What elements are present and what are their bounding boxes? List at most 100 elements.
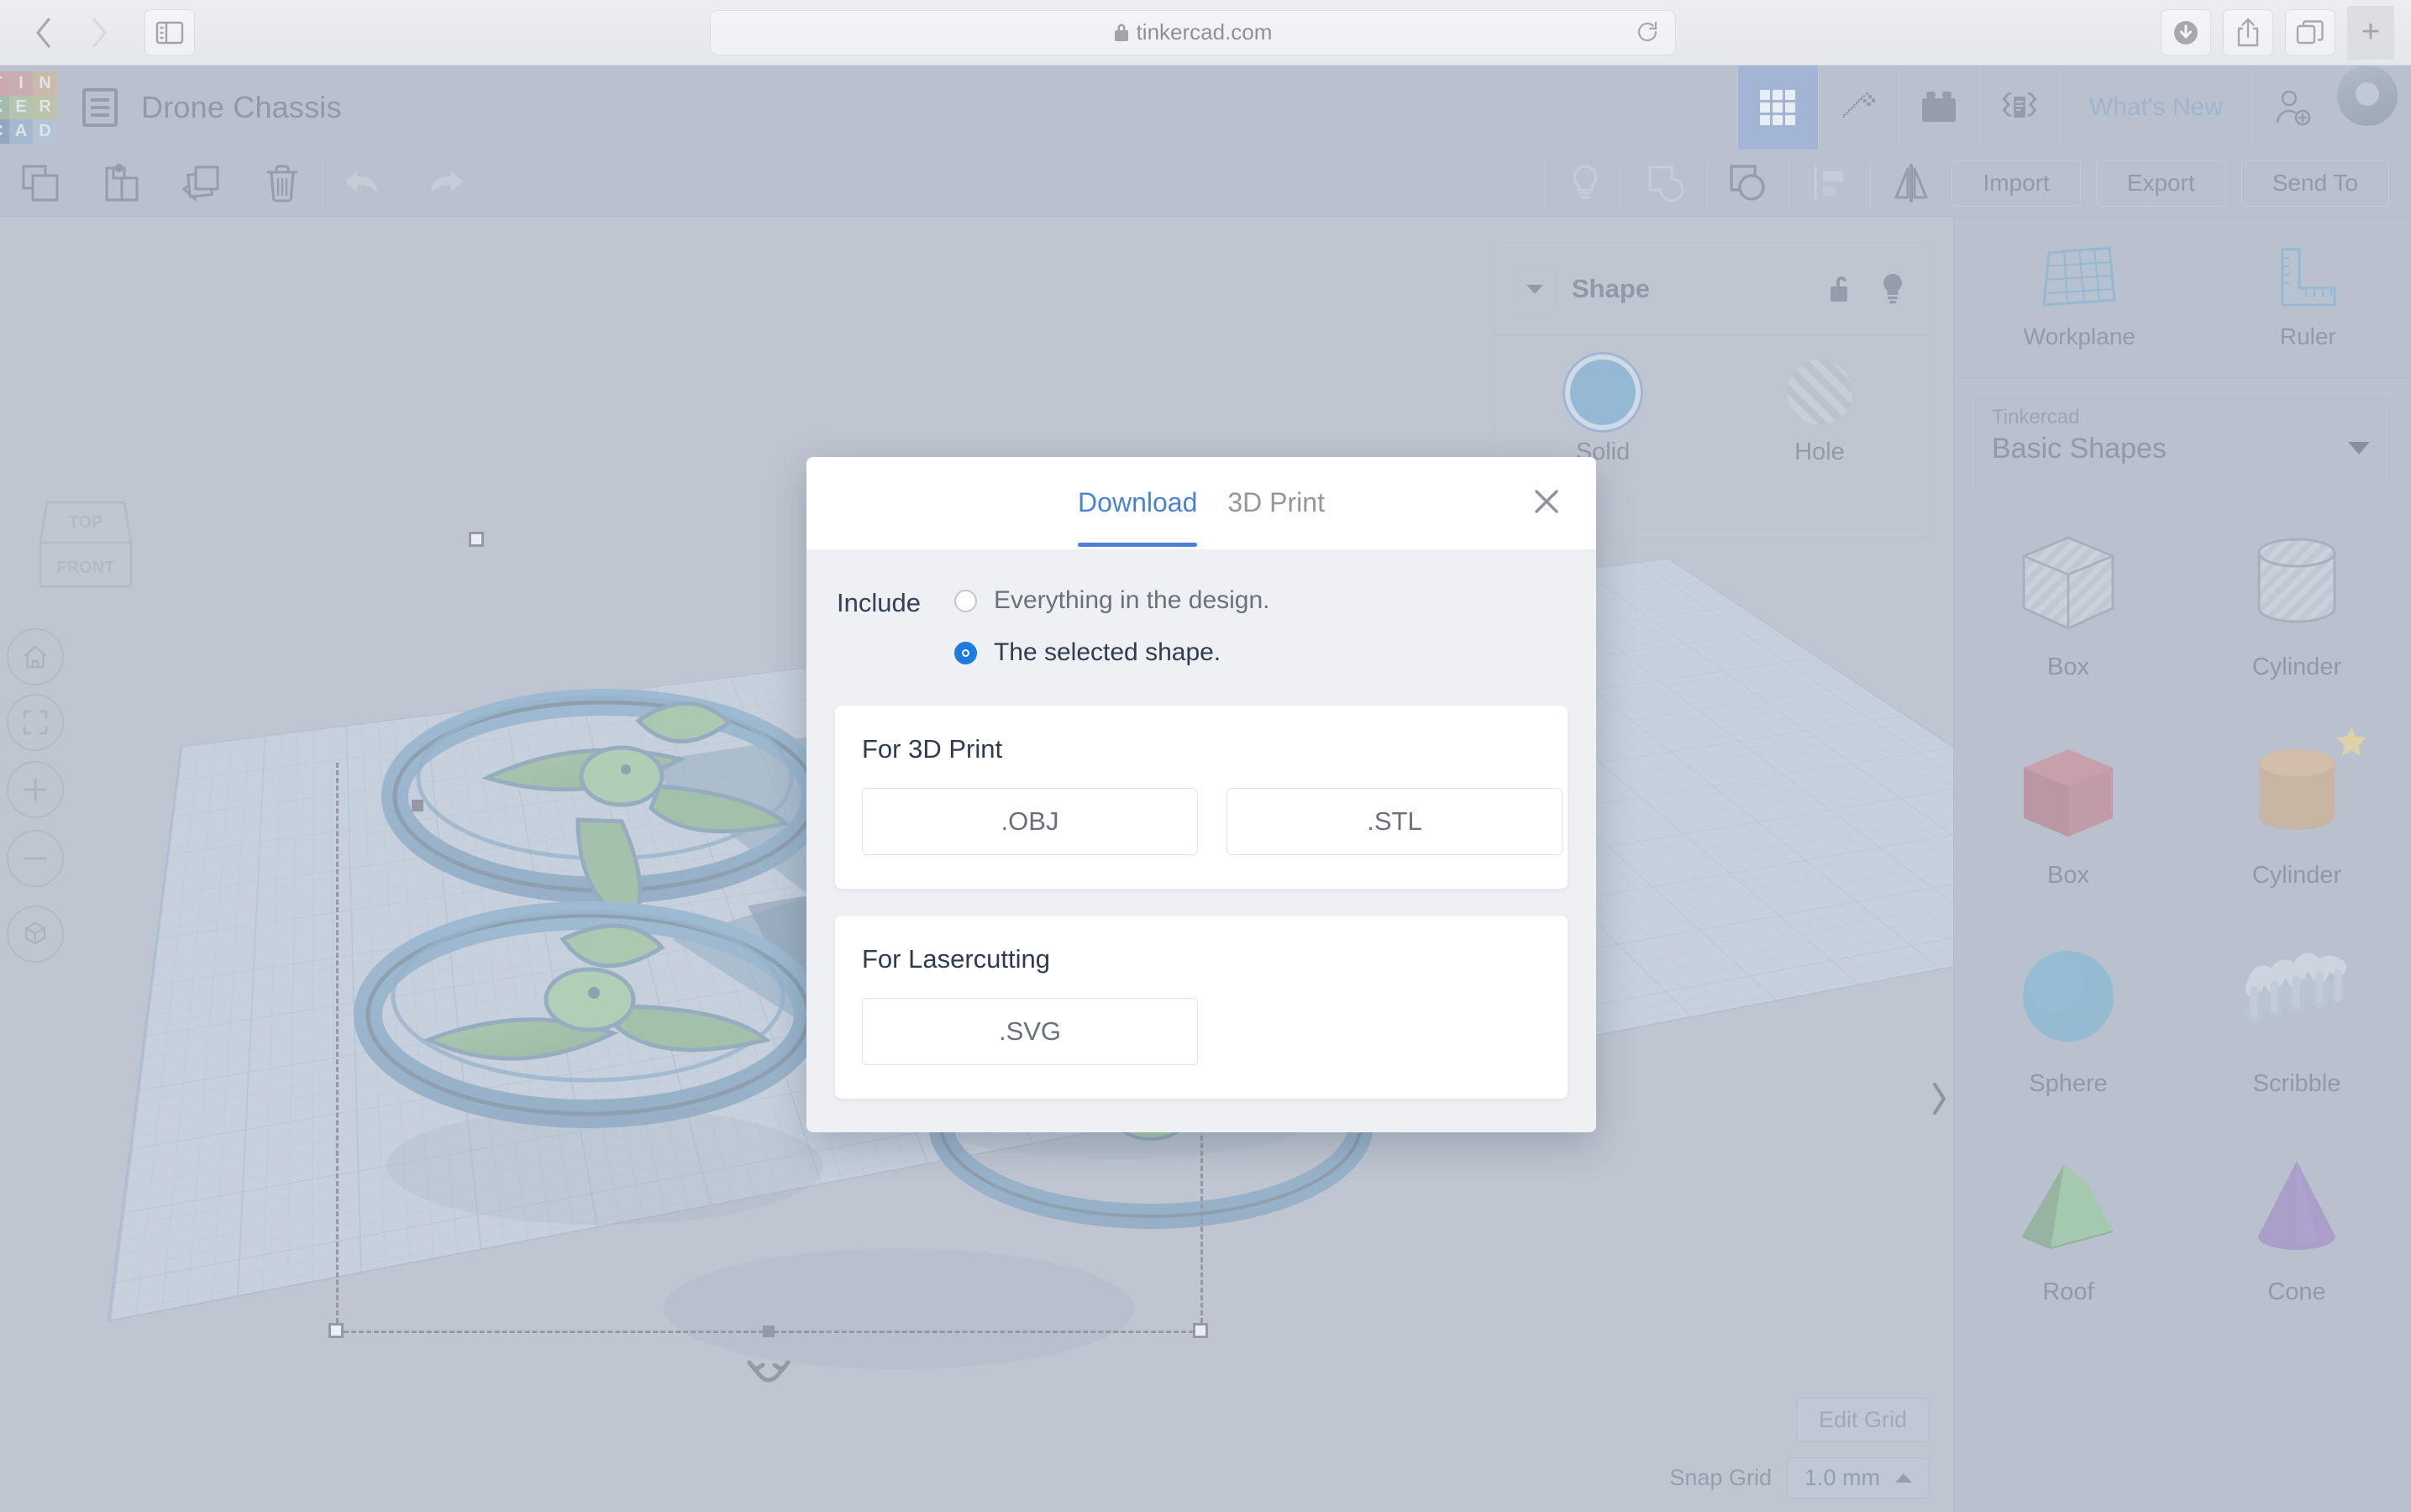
radio-dot[interactable]	[953, 641, 977, 664]
edit-grid-button[interactable]: Edit Grid	[1795, 1398, 1930, 1442]
file-format-row: .SVG	[862, 998, 1541, 1065]
solid-swatch[interactable]	[1570, 360, 1636, 425]
box-solid-thumb	[2024, 749, 2113, 837]
shape-item-box-hole[interactable]: Box	[1954, 512, 2183, 706]
favorite-star-icon[interactable]	[2335, 726, 2367, 756]
shape-item-roof[interactable]: Roof	[1954, 1137, 2183, 1331]
shape-inspector-actions	[1827, 273, 1906, 305]
rotate-handle-icon[interactable]	[746, 1359, 791, 1393]
tinkercad-logo[interactable]: T I N K E R C A D	[0, 71, 57, 144]
view-cube[interactable]: TOP FRONT	[35, 492, 134, 593]
browser-forward-button[interactable]	[74, 9, 124, 56]
new-tab-button[interactable]: +	[2347, 5, 2394, 60]
export-button[interactable]: Export	[2095, 159, 2226, 207]
snap-grid-value: 1.0 mm	[1804, 1465, 1880, 1490]
shape-item-cylinder-solid[interactable]: Cylinder	[2183, 721, 2411, 914]
zoom-out-icon[interactable]	[7, 830, 64, 887]
tab-overview-icon[interactable]	[2285, 8, 2335, 56]
chevron-right-icon[interactable]	[1925, 1065, 1953, 1132]
send-to-button[interactable]: Send To	[2240, 159, 2389, 207]
include-label: Include	[837, 588, 921, 617]
copy-icon[interactable]	[0, 150, 81, 217]
tab-3d-print[interactable]: 3D Print	[1227, 487, 1325, 527]
edit-toolbar: Import Export Send To	[0, 150, 2411, 217]
sidebar-toggle-icon[interactable]	[144, 8, 195, 56]
redo-icon[interactable]	[404, 150, 485, 217]
cone-thumb	[2258, 1161, 2335, 1250]
design-list-icon[interactable]	[82, 88, 118, 127]
import-button[interactable]: Import	[1951, 159, 2081, 207]
close-icon[interactable]	[1532, 487, 1561, 516]
lightbulb-icon[interactable]	[1879, 273, 1906, 305]
shape-mode-solid[interactable]: Solid	[1570, 360, 1636, 466]
radio-dot[interactable]	[953, 589, 977, 612]
shape-mode-hole[interactable]: Hole	[1787, 360, 1852, 466]
snap-grid-row: Snap Grid 1.0 mm	[1669, 1457, 1930, 1499]
share-icon[interactable]	[2223, 8, 2273, 56]
orthographic-toggle-icon[interactable]	[7, 906, 64, 963]
duplicate-icon[interactable]	[161, 150, 242, 217]
align-icon[interactable]	[1789, 150, 1870, 217]
address-bar[interactable]: tinkercad.com	[710, 9, 1676, 55]
shape-label: Box	[2047, 654, 2089, 680]
shape-library-select[interactable]: Tinkercad Basic Shapes	[1972, 393, 2393, 491]
logo-letter: I	[8, 71, 34, 96]
radio-selected-shape[interactable]: The selected shape.	[953, 638, 1270, 667]
header-tools: What's New	[1736, 66, 2411, 150]
snap-grid-select[interactable]: 1.0 mm	[1786, 1457, 1930, 1499]
browser-nav-group	[18, 9, 124, 56]
tab-download[interactable]: Download	[1078, 487, 1198, 547]
add-person-icon[interactable]	[2251, 66, 2332, 150]
section-title: For Lasercutting	[862, 944, 1050, 974]
whats-new-link[interactable]: What's New	[2059, 66, 2251, 150]
browser-right-controls: +	[2161, 5, 2394, 60]
radio-everything-in-design[interactable]: Everything in the design.	[953, 586, 1270, 615]
fit-to-view-icon[interactable]	[7, 694, 64, 751]
file-actions: Import Export Send To	[1951, 159, 2411, 207]
app-header: T I N K E R C A D Drone Chassis What's N…	[0, 66, 2411, 150]
caret-down-icon[interactable]	[1516, 265, 1553, 312]
shape-label: Scribble	[2252, 1070, 2341, 1097]
download-obj-button[interactable]: .OBJ	[862, 788, 1198, 855]
paste-icon[interactable]	[81, 150, 161, 217]
tab-codeblocks[interactable]	[1978, 66, 2060, 150]
logo-letter: C	[0, 119, 9, 144]
shape-item-sphere[interactable]: Sphere	[1954, 929, 2183, 1122]
library-collection: Tinkercad	[1992, 406, 2080, 428]
sidebar-item-workplane[interactable]: Workplane	[2024, 244, 2135, 350]
dialog-body: Include Everything in the design. The se…	[806, 549, 1596, 1132]
shape-item-scribble[interactable]: Scribble	[2183, 929, 2411, 1122]
section-title: For 3D Print	[862, 734, 1003, 764]
notes-lightbulb-icon[interactable]	[1545, 150, 1626, 217]
delete-icon[interactable]	[242, 150, 323, 217]
shape-item-box-solid[interactable]: Box	[1954, 721, 2183, 914]
zoom-in-icon[interactable]	[7, 761, 64, 818]
snap-grid-label: Snap Grid	[1669, 1465, 1772, 1490]
shape-item-cone[interactable]: Cone	[2183, 1137, 2411, 1331]
browser-sidebar-wrap	[144, 8, 195, 56]
home-view-icon[interactable]	[7, 628, 64, 685]
roof-thumb	[2021, 1164, 2114, 1250]
tab-3d-designs[interactable]	[1736, 66, 1818, 150]
dialog-tabbar: Download 3D Print	[806, 457, 1596, 549]
avatar[interactable]	[2337, 66, 2398, 126]
tab-minecraft[interactable]	[1817, 66, 1899, 150]
hole-swatch[interactable]	[1787, 360, 1852, 425]
reload-icon[interactable]	[1636, 20, 1660, 45]
mirror-icon[interactable]	[1871, 150, 1951, 217]
ungroup-icon[interactable]	[1708, 150, 1789, 217]
shape-label: Box	[2047, 862, 2089, 889]
view-cube-front-label: FRONT	[57, 559, 115, 577]
browser-back-button[interactable]	[18, 9, 69, 56]
group-icon[interactable]	[1626, 150, 1707, 217]
shape-label: Cylinder	[2251, 862, 2342, 889]
shape-label: Sphere	[2029, 1070, 2108, 1097]
shape-item-cylinder-hole[interactable]: Cylinder	[2183, 512, 2411, 706]
download-svg-button[interactable]: .SVG	[862, 998, 1198, 1065]
tab-bricks[interactable]	[1898, 66, 1979, 150]
sidebar-item-ruler[interactable]: Ruler	[2274, 244, 2341, 350]
unlocked-padlock-icon[interactable]	[1827, 273, 1856, 305]
download-stl-button[interactable]: .STL	[1227, 788, 1563, 855]
undo-icon[interactable]	[323, 150, 404, 217]
downloads-icon[interactable]	[2161, 8, 2211, 56]
